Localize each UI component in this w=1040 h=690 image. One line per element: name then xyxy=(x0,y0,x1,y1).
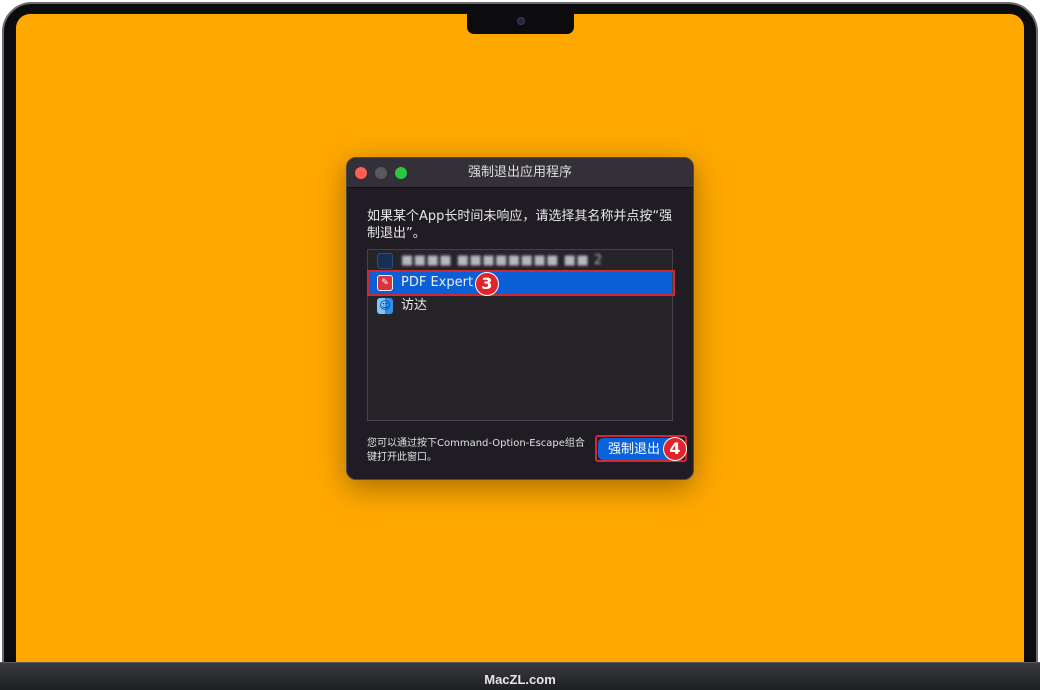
brand-watermark: MacZL.com xyxy=(484,672,556,687)
step-marker-3: 3 xyxy=(475,272,499,296)
app-list-item[interactable]: ■■■■ ■■■■■■■■ ■■ 2 xyxy=(368,250,672,272)
app-name: ■■■■ ■■■■■■■■ ■■ 2 xyxy=(401,253,603,268)
app-list-item[interactable]: ☺ 访达 xyxy=(368,295,672,317)
step-marker-4: 4 xyxy=(663,437,687,461)
force-quit-dialog: 强制退出应用程序 如果某个App长时间未响应，请选择其名称并点按“强制退出”。 … xyxy=(346,157,694,480)
shortcut-hint: 您可以通过按下Command-Option-Escape组合键打开此窗口。 xyxy=(367,438,585,463)
dialog-title: 强制退出应用程序 xyxy=(467,165,572,180)
annotation-highlight-selected-app xyxy=(367,270,675,296)
app-name: 访达 xyxy=(401,298,428,313)
dialog-titlebar[interactable]: 强制退出应用程序 xyxy=(347,158,693,188)
document-icon xyxy=(377,253,393,269)
finder-icon: ☺ xyxy=(377,298,393,314)
camera-icon xyxy=(517,17,525,25)
dialog-message: 如果某个App长时间未响应，请选择其名称并点按“强制退出”。 xyxy=(367,209,673,241)
laptop: MacZL.com 强制退出应用程序 如果某个App长时间未响应，请选择其名称并… xyxy=(0,0,1040,690)
